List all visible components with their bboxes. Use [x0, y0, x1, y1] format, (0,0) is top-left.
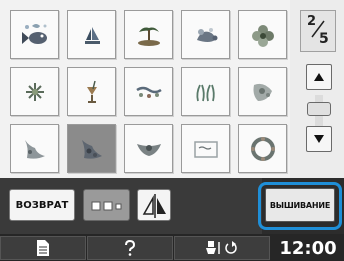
pattern-cell[interactable] [10, 67, 59, 116]
starburst-flower-icon [25, 82, 44, 101]
page-settings-button[interactable] [0, 236, 86, 260]
hibiscus-flower-icon [251, 24, 274, 47]
total-pages: 5 [319, 31, 329, 47]
question-mark-icon [125, 239, 136, 256]
tropical-drink-icon [86, 80, 97, 103]
pattern-cell[interactable] [124, 124, 173, 173]
triangle-down-icon [314, 135, 324, 143]
pattern-cell[interactable] [181, 10, 230, 59]
document-icon [37, 240, 49, 256]
presser-foot-button[interactable] [174, 236, 270, 260]
sea-creature-icon [196, 27, 217, 42]
flower-wreath-icon [250, 136, 275, 161]
pattern-cell[interactable] [238, 67, 287, 116]
pattern-cell[interactable] [181, 124, 230, 173]
triangle-up-icon [314, 73, 324, 81]
squares-toggle-icon [91, 201, 122, 211]
embroidery-button[interactable]: ВЫШИВАНИЕ [265, 188, 335, 222]
pattern-cell[interactable] [181, 67, 230, 116]
pattern-cell-selected[interactable] [67, 124, 116, 173]
pattern-cell[interactable] [10, 124, 59, 173]
sailboat-icon [84, 26, 100, 44]
pattern-cell[interactable] [10, 10, 59, 59]
pattern-cell[interactable] [238, 124, 287, 173]
page-slash-icon [311, 20, 325, 38]
lace-flower-icon [253, 83, 272, 101]
lace-frame-text-icon [193, 140, 218, 158]
pattern-cell[interactable] [67, 67, 116, 116]
lace-corner-selected-icon [81, 139, 102, 159]
pattern-grid [0, 0, 290, 179]
sea-border-icon [135, 86, 162, 98]
lace-corner-icon [24, 139, 45, 159]
scroll-down-button[interactable] [306, 126, 332, 152]
seaweed-icon [195, 84, 215, 101]
back-button[interactable]: ВОЗВРАТ [9, 189, 75, 221]
pattern-cell[interactable] [238, 10, 287, 59]
mirror-button[interactable] [137, 189, 171, 221]
scroll-up-button[interactable] [306, 64, 332, 90]
fish-icon [21, 23, 47, 44]
palm-island-icon [137, 27, 160, 46]
pattern-cell[interactable] [67, 10, 116, 59]
toggle-view-button[interactable] [83, 189, 130, 221]
presser-foot-icon [206, 241, 237, 254]
heart-garland-icon [136, 143, 161, 156]
pattern-cell[interactable] [124, 10, 173, 59]
embroidery-pattern-screen: 2 5 ВОЗВРАТ ВЫШИВАНИЕ 12:00 [0, 0, 344, 261]
help-button[interactable] [87, 236, 173, 260]
mirror-icon [142, 194, 166, 218]
pattern-cell[interactable] [124, 67, 173, 116]
scroll-thumb[interactable] [307, 102, 331, 116]
clock: 12:00 [279, 237, 337, 259]
